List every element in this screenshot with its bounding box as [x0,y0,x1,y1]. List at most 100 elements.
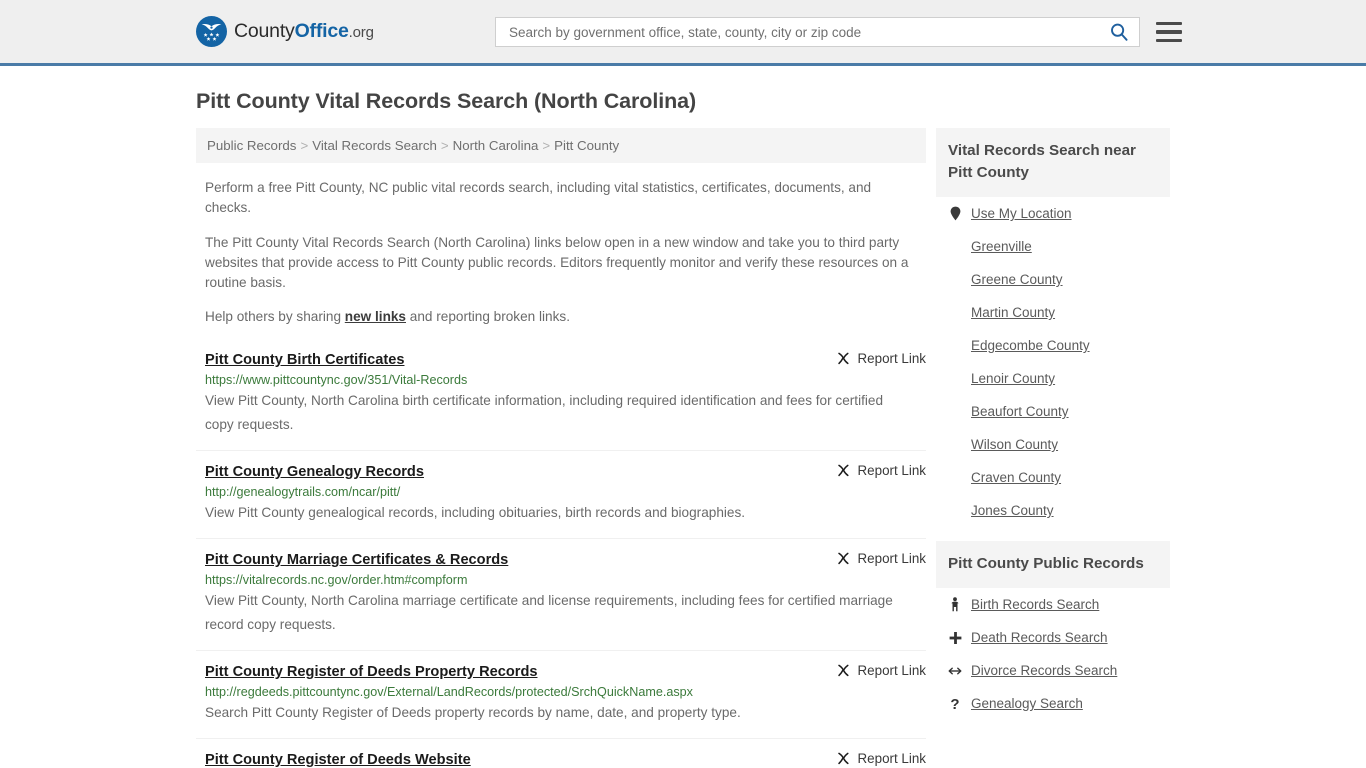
result-description: Search Pitt County Register of Deeds pro… [205,705,741,720]
header-search-area [495,17,1182,47]
intro-paragraph-3: Help others by sharing new links and rep… [196,307,926,327]
result-title-link[interactable]: Pitt County Marriage Certificates & Reco… [205,552,508,568]
broken-link-icon [836,551,851,566]
cross-icon [948,631,962,645]
sidebar-heading-near: Vital Records Search near Pitt County [936,128,1170,197]
sidebar-item-martin-county[interactable]: Martin County [936,296,1170,329]
result-url[interactable]: http://regdeeds.pittcountync.gov/Externa… [205,685,918,699]
report-link-button[interactable]: Report Link [836,463,926,478]
broken-link-icon [836,663,851,678]
result-description: View Pitt County, North Carolina marriag… [205,593,893,632]
sidebar-item-use-my-location[interactable]: Use My Location [936,197,1170,230]
page-container: Pitt County Vital Records Search (North … [0,89,1366,768]
intro-paragraph-2: The Pitt County Vital Records Search (No… [205,235,909,290]
report-link-button[interactable]: Report Link [836,663,926,678]
report-link-label: Report Link [857,663,926,678]
breadcrumb: Public Records > Vital Records Search > Nort… [196,128,926,163]
breadcrumb-item-pitt-county: Pitt County [554,138,620,153]
breadcrumb-separator: > [440,138,449,153]
result-description: View Pitt County genealogical records, i… [205,505,746,520]
main-column: Public Records > Vital Records Search > Nort… [196,128,926,768]
sidebar-link-label[interactable]: Greene County [971,272,1063,287]
broken-link-icon [836,351,851,366]
sidebar-link-label[interactable]: Wilson County [971,437,1058,452]
breadcrumb-item-vital-records-search[interactable]: Vital Records Search [312,138,437,153]
result-item: Pitt County Birth Certificates Report Li… [196,343,926,450]
sidebar-item-craven-county[interactable]: Craven County [936,461,1170,494]
result-title-link[interactable]: Pitt County Genealogy Records [205,464,424,480]
new-links-link[interactable]: new links [345,309,406,324]
sidebar-link-label[interactable]: Lenoir County [971,371,1055,386]
search-input[interactable] [507,23,1107,41]
sidebar-link-label[interactable]: Death Records Search [971,630,1108,645]
result-item: Pitt County Register of Deeds Property R… [196,650,926,738]
search-box[interactable] [495,17,1140,47]
site-logo-text: CountyOffice.org [234,20,374,42]
hamburger-menu-icon[interactable] [1156,21,1182,43]
result-item: Pitt County Register of Deeds Website Re… [196,738,926,768]
svg-text:?: ? [950,696,959,711]
sidebar-link-label[interactable]: Edgecombe County [971,338,1090,353]
report-link-button[interactable]: Report Link [836,351,926,366]
eagle-stars-seal-icon [196,16,227,47]
sidebar-item-greenville[interactable]: Greenville [936,230,1170,263]
intro-text: Perform a free Pitt County, NC public vi… [196,178,926,327]
sidebar-link-label[interactable]: Beaufort County [971,404,1069,419]
sidebar-link-label[interactable]: Birth Records Search [971,597,1099,612]
sidebar-near-list: Use My Location Greenville Greene County… [936,197,1170,527]
result-url[interactable]: https://www.pittcountync.gov/351/Vital-R… [205,373,918,387]
breadcrumb-item-public-records[interactable]: Public Records [207,138,296,153]
sidebar-public-records-block: Pitt County Public Records Birth Records… [936,541,1170,720]
sidebar: Vital Records Search near Pitt County Us… [936,128,1170,768]
sidebar-link-label[interactable]: Genealogy Search [971,696,1083,711]
sidebar-link-label[interactable]: Jones County [971,503,1054,518]
report-link-button[interactable]: Report Link [836,551,926,566]
map-pin-icon [948,206,962,221]
sidebar-item-beaufort-county[interactable]: Beaufort County [936,395,1170,428]
site-logo[interactable]: CountyOffice.org [196,16,374,47]
sidebar-public-records-list: Birth Records Search Death Records Searc… [936,588,1170,720]
report-link-label: Report Link [857,351,926,366]
breadcrumb-separator: > [300,138,309,153]
breadcrumb-item-north-carolina[interactable]: North Carolina [453,138,539,153]
sidebar-link-label[interactable]: Craven County [971,470,1061,485]
intro-paragraph-1: Perform a free Pitt County, NC public vi… [205,180,872,215]
sidebar-item-wilson-county[interactable]: Wilson County [936,428,1170,461]
report-link-label: Report Link [857,551,926,566]
result-title-link[interactable]: Pitt County Birth Certificates [205,352,404,368]
sidebar-item-genealogy-search[interactable]: ? Genealogy Search [936,687,1170,720]
sidebar-link-label[interactable]: Use My Location [971,206,1072,221]
report-link-label: Report Link [857,751,926,766]
result-item: Pitt County Genealogy Records Report Lin… [196,450,926,538]
sidebar-item-greene-county[interactable]: Greene County [936,263,1170,296]
sidebar-link-label[interactable]: Greenville [971,239,1032,254]
sidebar-item-divorce-records-search[interactable]: Divorce Records Search [936,654,1170,687]
baby-icon [948,597,962,612]
result-url[interactable]: http://genealogytrails.com/ncar/pitt/ [205,485,918,499]
left-right-arrow-icon [948,665,962,677]
sidebar-link-label[interactable]: Martin County [971,305,1055,320]
page-title: Pitt County Vital Records Search (North … [196,89,697,113]
intro-p3-after: and reporting broken links. [406,309,570,324]
sidebar-link-label[interactable]: Divorce Records Search [971,663,1117,678]
site-header: CountyOffice.org [0,0,1366,66]
sidebar-item-jones-county[interactable]: Jones County [936,494,1170,527]
result-url[interactable]: https://vitalrecords.nc.gov/order.htm#co… [205,573,918,587]
search-button[interactable] [1107,22,1131,42]
sidebar-item-lenoir-county[interactable]: Lenoir County [936,362,1170,395]
breadcrumb-separator: > [542,138,551,153]
sidebar-item-death-records-search[interactable]: Death Records Search [936,621,1170,654]
content-columns: Public Records > Vital Records Search > Nort… [196,128,1170,768]
result-title-link[interactable]: Pitt County Register of Deeds Website [205,752,471,768]
sidebar-heading-public-records: Pitt County Public Records [936,541,1170,588]
report-link-button[interactable]: Report Link [836,751,926,766]
question-mark-icon: ? [948,696,962,711]
report-link-label: Report Link [857,463,926,478]
result-description: View Pitt County, North Carolina birth c… [205,393,884,432]
broken-link-icon [836,463,851,478]
sidebar-item-birth-records-search[interactable]: Birth Records Search [936,588,1170,621]
sidebar-item-edgecombe-county[interactable]: Edgecombe County [936,329,1170,362]
result-title-link[interactable]: Pitt County Register of Deeds Property R… [205,664,537,680]
search-icon [1109,22,1129,42]
results-list: Pitt County Birth Certificates Report Li… [196,343,926,768]
